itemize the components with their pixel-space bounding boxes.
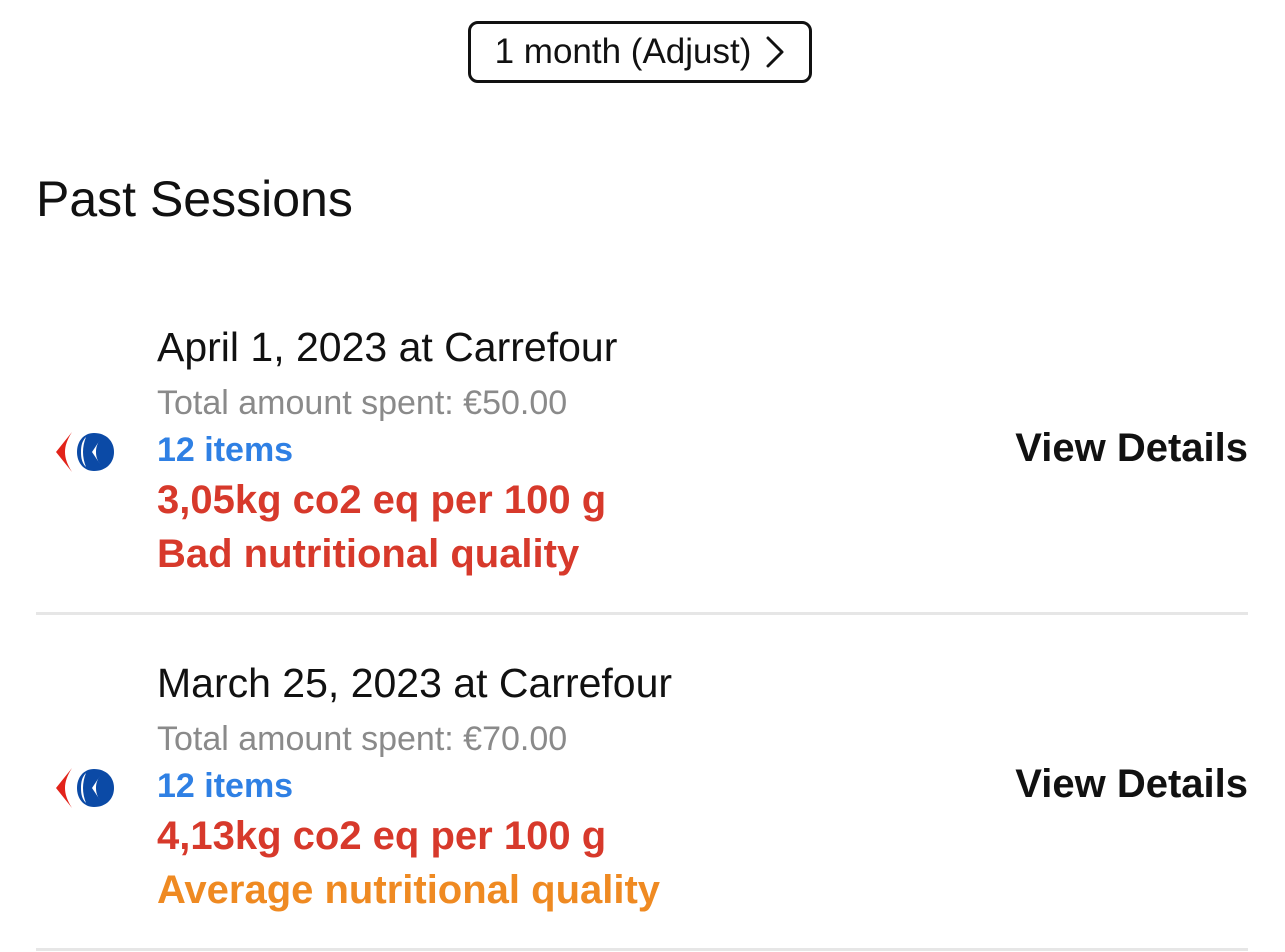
session-quality: Average nutritional quality (157, 868, 661, 912)
session-amount: Total amount spent: €70.00 (157, 720, 568, 758)
session-title: March 25, 2023 at Carrefour (157, 660, 673, 706)
session-co2: 4,13kg co2 eq per 100 g (157, 814, 607, 858)
divider (36, 948, 1248, 951)
view-details-button[interactable]: View Details (1015, 426, 1248, 471)
period-adjust-button[interactable]: 1 month (Adjust) (468, 21, 812, 83)
carrefour-logo-icon (50, 430, 116, 474)
past-sessions-screen: 1 month (Adjust) Past Sessions April 1, … (0, 0, 1285, 952)
divider (36, 612, 1248, 615)
section-title: Past Sessions (36, 171, 353, 227)
carrefour-logo-icon (50, 766, 116, 810)
period-label: 1 month (Adjust) (494, 32, 752, 71)
session-items-count[interactable]: 12 items (157, 431, 293, 470)
session-quality: Bad nutritional quality (157, 532, 580, 576)
session-amount: Total amount spent: €50.00 (157, 384, 568, 422)
session-co2: 3,05kg co2 eq per 100 g (157, 478, 607, 522)
chevron-right-icon (765, 35, 785, 69)
session-items-count[interactable]: 12 items (157, 767, 293, 806)
session-card[interactable]: April 1, 2023 at Carrefour Total amount … (36, 302, 1248, 594)
session-card[interactable]: March 25, 2023 at Carrefour Total amount… (36, 638, 1248, 930)
view-details-button[interactable]: View Details (1015, 762, 1248, 807)
session-title: April 1, 2023 at Carrefour (157, 324, 618, 370)
